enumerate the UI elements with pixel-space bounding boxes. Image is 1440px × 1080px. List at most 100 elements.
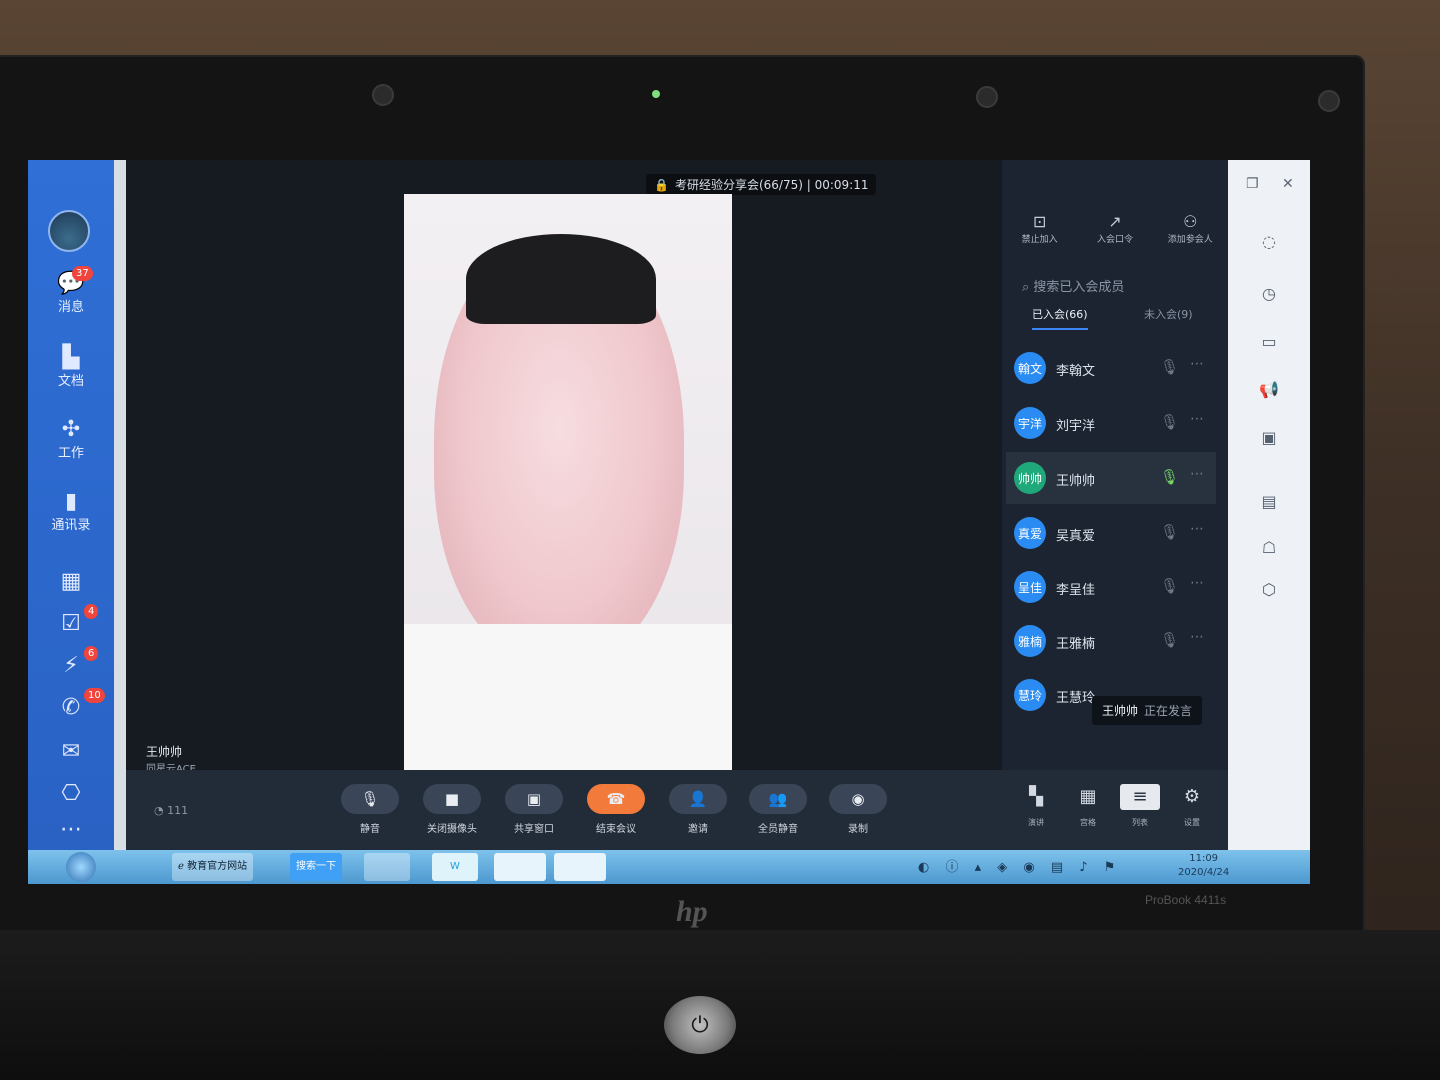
megaphone-icon[interactable]: 📢 (1258, 380, 1280, 399)
view-list-button[interactable]: ≡ 列表 (1120, 784, 1160, 829)
end-meeting-button[interactable]: ☎ 结束会议 (584, 784, 648, 835)
member-name: 王慧玲 (1056, 691, 1096, 706)
chat-icon[interactable]: ◌ (1258, 232, 1280, 251)
sidebar-todo[interactable]: ☑ 4 (28, 604, 114, 636)
start-button[interactable] (66, 852, 96, 882)
member-row[interactable]: 呈佳 李呈佳 🎙 ⋯ (1006, 561, 1216, 613)
restore-window-icon[interactable]: ❐ (1246, 176, 1259, 192)
member-row-active[interactable]: 帅帅 王帅帅 🎙 ⋯ (1006, 452, 1216, 504)
sidebar-item-work[interactable]: ✣ 工作 (28, 418, 114, 462)
whiteboard-icon[interactable]: ▤ (1258, 492, 1280, 511)
tv-icon[interactable]: ▣ (1258, 428, 1280, 447)
folder-icon[interactable] (364, 853, 410, 881)
member-name: 刘宇洋 (1056, 419, 1096, 434)
cube-icon: ⎔ (61, 781, 81, 806)
more-icon[interactable]: ⋯ (1190, 411, 1204, 427)
more-icon: ⋯ (60, 817, 82, 842)
robot-icon[interactable]: ☖ (1258, 538, 1280, 557)
clock-time: 11:09 (1189, 853, 1219, 864)
call-badge: 10 (84, 688, 105, 703)
sidebar-phone[interactable]: ✆ 10 (28, 688, 114, 720)
member-avatar: 宇洋 (1014, 407, 1046, 439)
member-avatar: 慧玲 (1014, 679, 1046, 711)
lock-meeting-button[interactable]: ⊡ 禁止加入 (1005, 212, 1075, 245)
participant-hair (466, 234, 656, 324)
member-name: 李呈佳 (1056, 583, 1096, 598)
close-icon[interactable]: ✕ (1282, 176, 1294, 192)
mic-muted-icon[interactable]: 🎙 (1160, 523, 1179, 541)
unread-badge: 37 (72, 266, 93, 281)
clock-icon[interactable]: ◷ (1258, 284, 1280, 303)
mute-all-button[interactable]: 👥 全员静音 (746, 784, 810, 835)
view-speaker-button[interactable]: ▚ 演讲 (1016, 784, 1056, 829)
group-mute-icon: 👥 (749, 784, 807, 814)
mic-muted-icon[interactable]: 🎙 (1160, 631, 1179, 649)
sidebar-item-contacts[interactable]: ▮ 通讯录 (28, 489, 114, 534)
mic-muted-icon[interactable]: 🎙 (1160, 413, 1179, 431)
meeting-code-button[interactable]: ↗ 入会口令 (1080, 212, 1150, 245)
more-icon[interactable]: ⋯ (1190, 356, 1204, 372)
share-window-button[interactable]: ▣ 共享窗口 (502, 784, 566, 835)
more-icon[interactable]: ⋯ (1190, 575, 1204, 591)
camera-toggle-button[interactable]: ■ 关闭摄像头 (420, 784, 484, 835)
member-name: 吴真爱 (1056, 529, 1096, 544)
folder-icon[interactable]: ▭ (1258, 332, 1280, 351)
tray-icons[interactable]: ◐ ⓘ ▴ ◈ ◉ ▤ ♪ ⚑ (918, 860, 1121, 875)
meeting-control-bar: ◔ 111 🎙 静音 ■ 关闭摄像头 ▣ 共享窗口 ☎ 结束会议 👤 邀请 👥 全员静音 ◉… (126, 770, 1228, 850)
member-search-input[interactable]: ⌕ 搜索已入会成员 (1022, 276, 1124, 295)
mic-active-icon[interactable]: 🎙 (1160, 468, 1179, 486)
add-user-icon: 👤 (669, 784, 727, 814)
sidebar-mail[interactable]: ✉ (28, 740, 114, 764)
power-button[interactable]: ⏻ (664, 996, 736, 1054)
member-row[interactable]: 真爱 吴真爱 🎙 ⋯ (1006, 507, 1216, 559)
search-button[interactable]: 搜索一下 (290, 853, 342, 881)
calendar-icon: ▦ (60, 569, 82, 594)
toast-status: 正在发言 (1144, 704, 1193, 718)
view-grid-button[interactable]: ▦ 宫格 (1068, 784, 1108, 829)
user-avatar[interactable] (48, 210, 90, 252)
video-stage: 🔒考研经验分享会(66/75) | 00:09:11 王帅帅 同星云ACE › (126, 160, 1085, 775)
member-row[interactable]: 雅楠 王雅楠 🎙 ⋯ (1006, 615, 1216, 667)
sidebar-more[interactable]: ⋯ (28, 818, 114, 842)
member-name: 王帅帅 (1056, 474, 1096, 489)
webcam-light (652, 90, 660, 98)
lock-icon: ⊡ (1032, 212, 1047, 231)
app-icon[interactable] (494, 853, 546, 881)
wps-icon[interactable]: W (432, 853, 478, 881)
checklist-icon: ☑ (61, 611, 81, 636)
member-row[interactable]: 宇洋 刘宇洋 🎙 ⋯ (1006, 397, 1216, 449)
meeting-title-bar: 🔒 考研经验分享会(66/75) | 00:09:11 (646, 174, 877, 195)
sidebar-item-messages[interactable]: 💬 消息 37 (28, 266, 114, 315)
member-row[interactable]: 翰文 李翰文 🎙 ⋯ (1006, 342, 1216, 394)
record-icon: ◉ (829, 784, 887, 814)
folder-icon: ▙ (62, 345, 80, 370)
gear-icon: ⚙ (1183, 786, 1201, 807)
sidebar-item-docs[interactable]: ▙ 文档 (28, 345, 114, 390)
browser-search-field[interactable]: ℯ 教育官方网站 (172, 853, 254, 881)
add-user-icon: ⚇ (1183, 212, 1198, 231)
member-name: 王雅楠 (1056, 637, 1096, 652)
contacts-icon: ▮ (64, 489, 78, 514)
more-icon[interactable]: ⋯ (1190, 466, 1204, 482)
tab-joined[interactable]: 已入会(66) (1032, 306, 1088, 330)
sidebar-settings[interactable]: ⎔ (28, 782, 114, 806)
mic-muted-icon[interactable]: 🎙 (1160, 577, 1179, 595)
participant-shirt (404, 624, 732, 770)
sidebar-calendar[interactable]: ▦ (28, 570, 114, 594)
tab-not-joined[interactable]: 未入会(9) (1144, 306, 1193, 322)
app-sidebar: 💬 消息 37 ▙ 文档 ✣ 工作 ▮ 通讯录 ▦ ☑ 4 ⚡ 6 ✆ 10 ✉ (28, 160, 114, 850)
settings-button[interactable]: ⚙ 设置 (1172, 784, 1212, 829)
more-icon[interactable]: ⋯ (1190, 629, 1204, 645)
member-avatar: 翰文 (1014, 352, 1046, 384)
invite-button[interactable]: 👤 邀请 (666, 784, 730, 835)
mic-muted-icon[interactable]: 🎙 (1160, 358, 1179, 376)
taskbar-clock[interactable]: 11:09 2020/4/24 (1178, 852, 1229, 880)
sidebar-flash[interactable]: ⚡ 6 (28, 646, 114, 678)
more-icon[interactable]: ⋯ (1190, 521, 1204, 537)
sidebar-item-label: 工作 (57, 446, 84, 461)
add-attendee-button[interactable]: ⚇ 添加参会人 (1155, 212, 1225, 245)
package-icon[interactable]: ⬡ (1258, 580, 1280, 599)
mute-button[interactable]: 🎙 静音 (338, 784, 402, 835)
meeting-app-icon[interactable] (554, 853, 606, 881)
record-button[interactable]: ◉ 录制 (826, 784, 890, 835)
